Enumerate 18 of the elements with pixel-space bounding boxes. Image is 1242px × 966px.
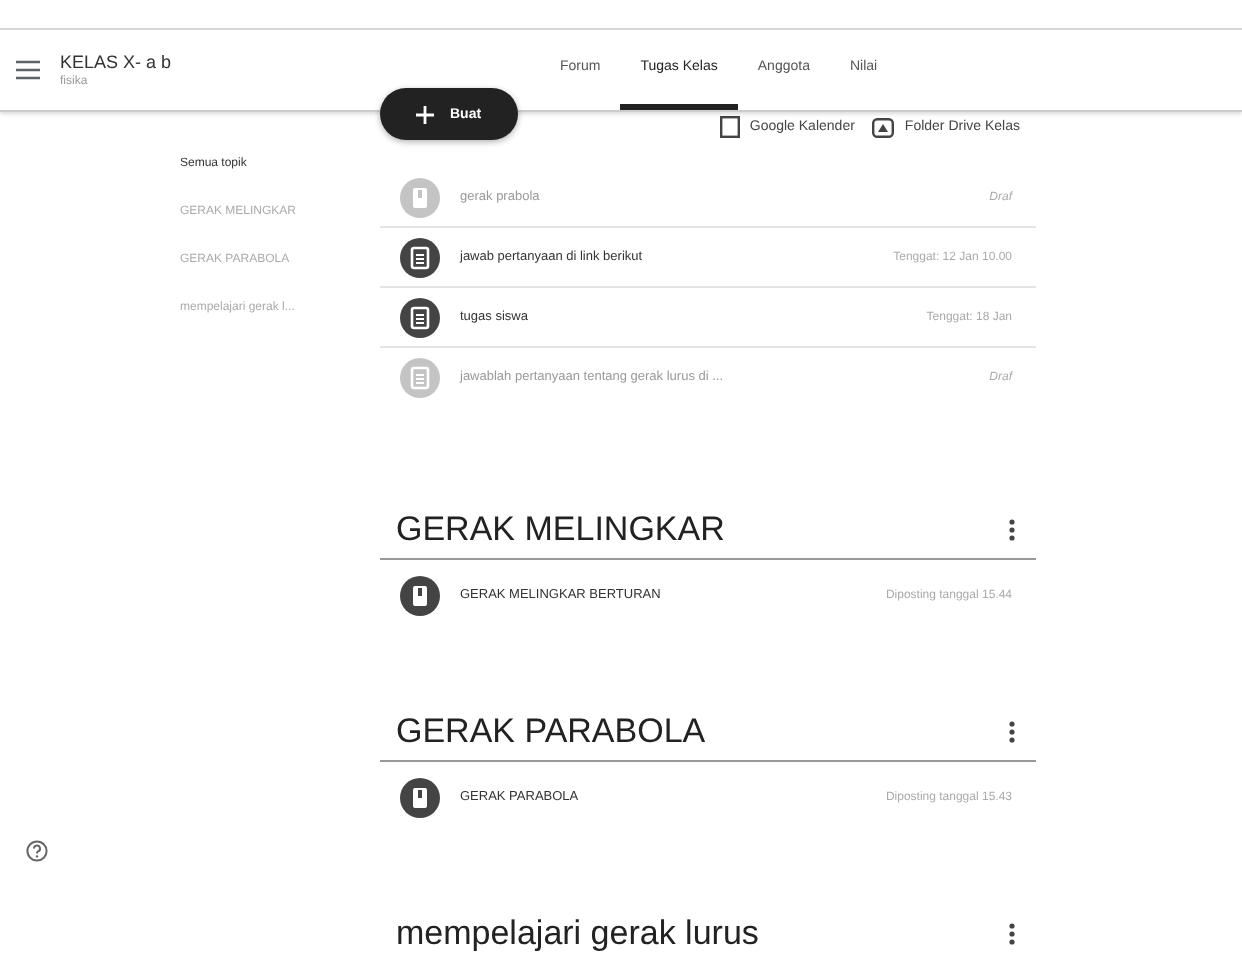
clipboard-icon xyxy=(400,297,440,337)
more-options-icon[interactable] xyxy=(1008,720,1016,744)
calendar-icon xyxy=(719,116,740,138)
clipboard-icon xyxy=(400,237,440,277)
topic-heading: mempelajari gerak lurus xyxy=(396,914,759,954)
help-icon[interactable] xyxy=(26,840,48,862)
clipboard-icon xyxy=(400,357,440,397)
menu-icon[interactable] xyxy=(16,60,40,80)
document-icon xyxy=(400,575,440,615)
document-icon xyxy=(400,777,440,817)
document-icon xyxy=(400,177,440,217)
class-name: KELAS X- a b xyxy=(60,52,172,72)
more-options-icon[interactable] xyxy=(1008,922,1016,946)
topic-heading: GERAK PARABOLA xyxy=(396,712,706,752)
drive-folder-icon xyxy=(872,116,895,138)
plus-icon xyxy=(416,105,434,123)
more-options-icon[interactable] xyxy=(1008,518,1016,542)
topic-heading: GERAK MELINGKAR xyxy=(396,510,725,550)
